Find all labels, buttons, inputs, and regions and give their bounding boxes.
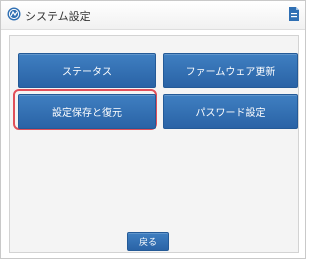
document-icon[interactable] (287, 6, 301, 22)
password-settings-button[interactable]: パスワード設定 (163, 94, 298, 129)
backup-restore-button[interactable]: 設定保存と復元 (18, 94, 156, 129)
firmware-update-button[interactable]: ファームウェア更新 (163, 53, 298, 88)
menu-panel: ステータス ファームウェア更新 設定保存と復元 パスワード設定 戻る (9, 35, 299, 253)
globe-icon (7, 7, 21, 21)
title-bar: システム設定 (1, 1, 305, 30)
settings-window: システム設定 ステータス ファームウェア更新 設定保存と復元 パスワード設定 戻… (0, 0, 306, 259)
back-button[interactable]: 戻る (127, 232, 169, 251)
status-button[interactable]: ステータス (18, 53, 156, 88)
window-title: システム設定 (25, 10, 91, 23)
